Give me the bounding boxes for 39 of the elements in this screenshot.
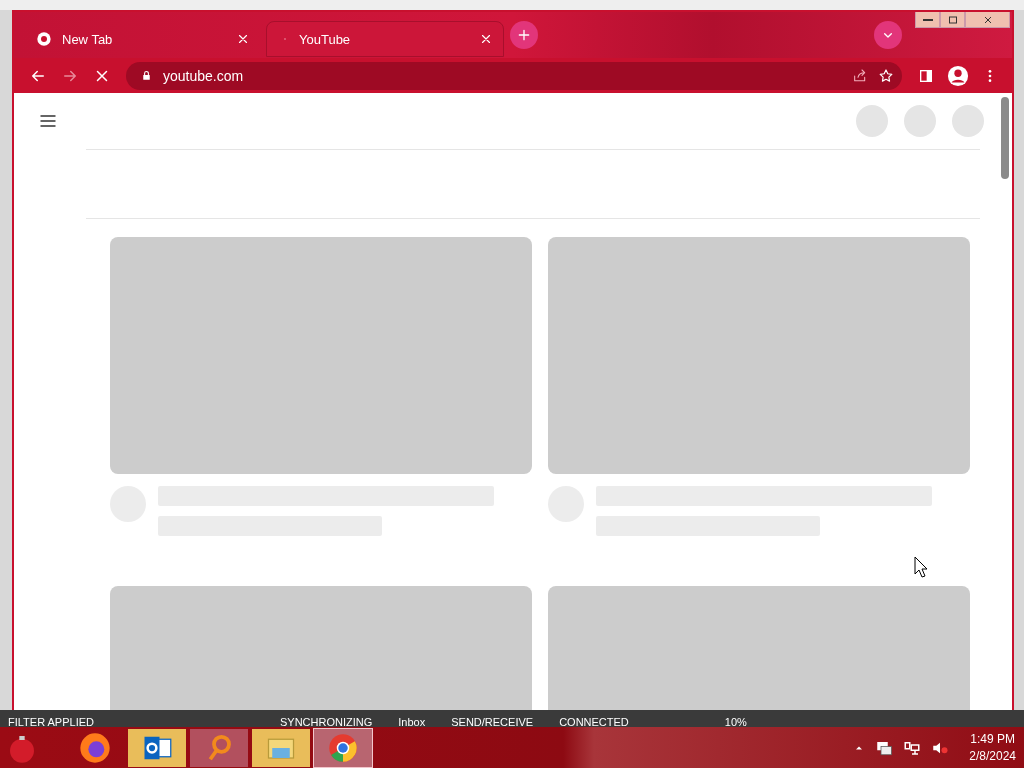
minimize-icon (922, 18, 933, 21)
minimize-button[interactable] (915, 12, 940, 28)
taskbar-app-button[interactable] (190, 728, 248, 767)
chrome-icon (328, 732, 358, 763)
new-tab-button[interactable] (510, 21, 538, 49)
url-text: youtube.com (163, 67, 245, 84)
taskbar-app-button[interactable] (252, 728, 310, 767)
icon-placeholder (904, 105, 936, 137)
taskbar-app-button[interactable] (128, 728, 186, 767)
share-icon (852, 67, 868, 84)
tab-search-button[interactable] (874, 21, 902, 49)
mouse-cursor-icon (914, 556, 928, 578)
address-bar[interactable]: youtube.com (126, 61, 902, 90)
status-text: SEND/RECEIVE (451, 718, 534, 727)
status-text: SYNCHRONIZING (280, 718, 373, 727)
chrome-icon (36, 31, 52, 47)
browser-tab[interactable]: YouTube (266, 21, 504, 57)
status-text: FILTER APPLIED (8, 718, 94, 727)
scrollbar-thumb[interactable] (1001, 97, 1009, 179)
close-icon (479, 32, 493, 46)
browser-tab[interactable]: New Tab (22, 21, 260, 57)
icon-placeholder (856, 105, 888, 137)
restore-icon (946, 13, 959, 26)
status-text: CONNECTED (559, 718, 629, 727)
tab-title: New Tab (62, 31, 114, 47)
close-icon (236, 32, 250, 46)
tab-title: YouTube (299, 31, 352, 47)
status-text: 10% (724, 718, 747, 727)
star-icon (878, 67, 894, 84)
clock-date: 2/8/2024 (969, 747, 1016, 765)
clock-time: 1:49 PM (970, 730, 1015, 748)
profile-icon (947, 64, 969, 87)
icon-placeholder (952, 105, 984, 137)
lock-icon (140, 69, 153, 82)
plus-icon (516, 27, 532, 43)
maximize-button[interactable] (940, 12, 965, 28)
status-text: Inbox (398, 718, 426, 727)
firefox-icon (79, 731, 111, 764)
side-panel-icon (918, 67, 934, 84)
